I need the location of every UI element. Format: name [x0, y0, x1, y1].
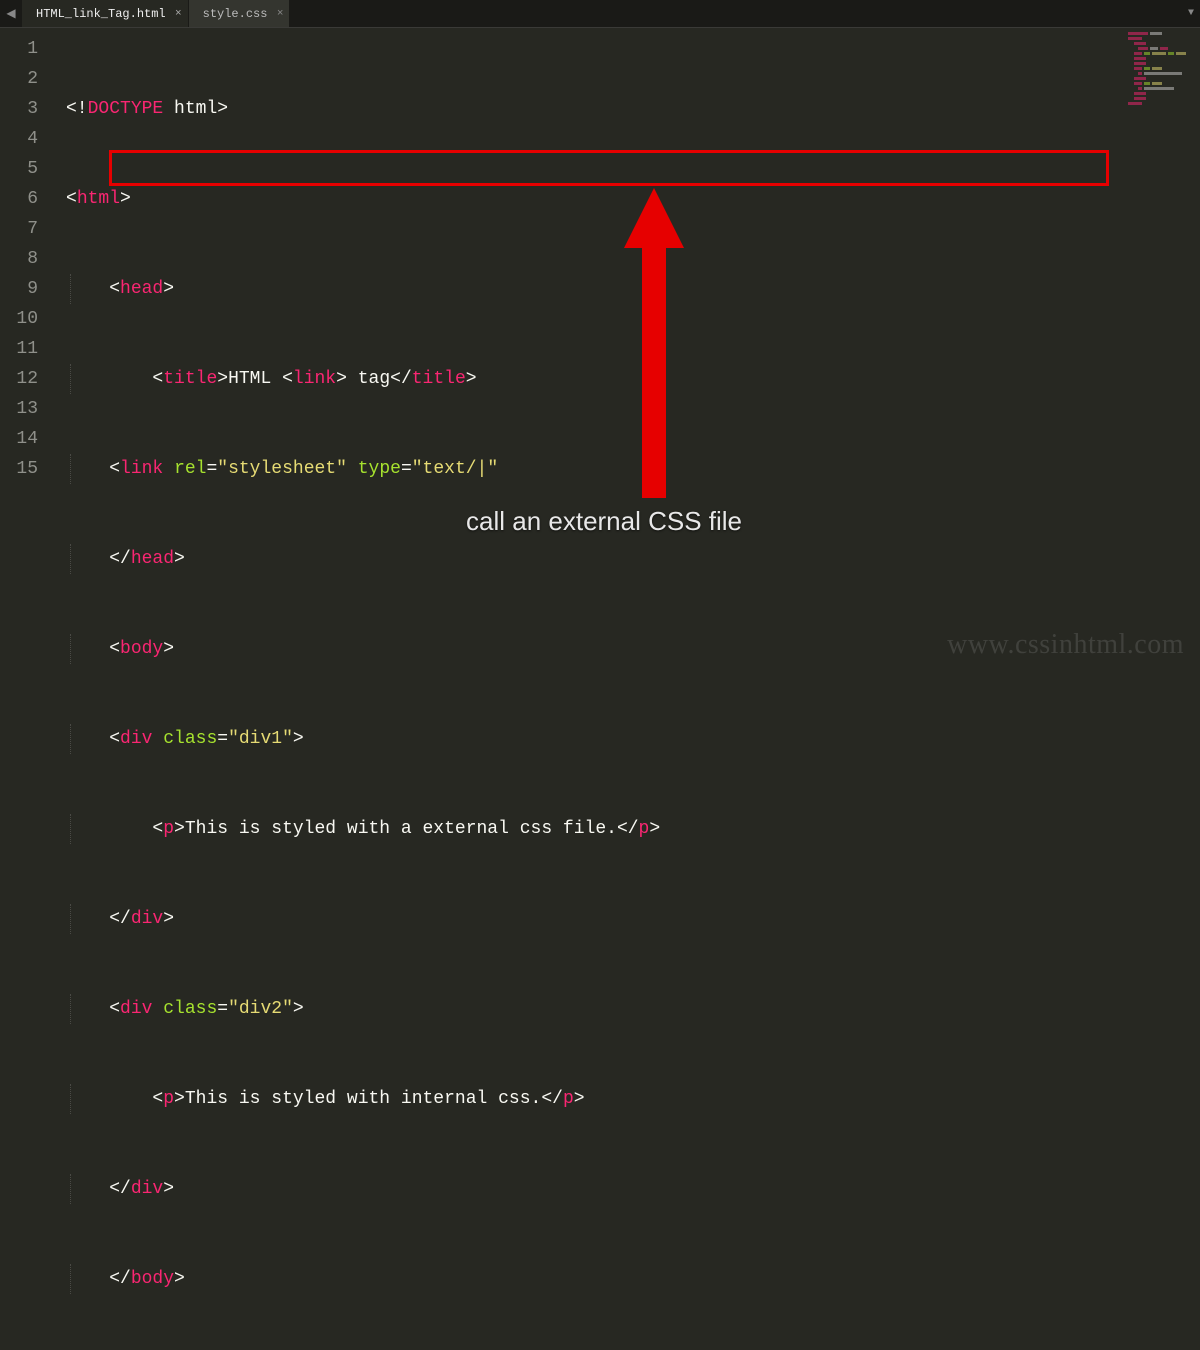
code-line: </head>	[50, 544, 1200, 574]
tab-label: style.css	[203, 7, 268, 21]
code-line: <!DOCTYPE html>	[50, 94, 1200, 124]
line-number: 5	[0, 154, 50, 184]
tab-scroll-left[interactable]: ◀	[0, 0, 22, 27]
line-number: 4	[0, 124, 50, 154]
minimap[interactable]	[1128, 32, 1198, 122]
line-number-gutter: 1 2 3 4 5 6 7 8 9 10 11 12 13 14 15	[0, 28, 50, 675]
tab-bar: ◀ HTML_link_Tag.html × style.css × ▼	[0, 0, 1200, 28]
annotation-text: call an external CSS file	[466, 506, 742, 537]
code-line: <p>This is styled with a external css fi…	[50, 814, 1200, 844]
line-number: 14	[0, 424, 50, 454]
code-line: <head>	[50, 274, 1200, 304]
line-number: 15	[0, 454, 50, 484]
line-number: 2	[0, 64, 50, 94]
code-line: <title>HTML <link> tag</title>	[50, 364, 1200, 394]
line-number: 3	[0, 94, 50, 124]
line-number: 6	[0, 184, 50, 214]
code-line: </div>	[50, 1174, 1200, 1204]
line-number: 13	[0, 394, 50, 424]
code-line: <p>This is styled with internal css.</p>	[50, 1084, 1200, 1114]
code-line: <html>	[50, 184, 1200, 214]
line-number: 9	[0, 274, 50, 304]
line-number: 8	[0, 244, 50, 274]
line-number: 12	[0, 364, 50, 394]
tab-html-link[interactable]: HTML_link_Tag.html ×	[22, 0, 189, 27]
code-line: </body>	[50, 1264, 1200, 1294]
tab-overflow-icon[interactable]: ▼	[1188, 0, 1194, 27]
code-line: <div class="div2">	[50, 994, 1200, 1024]
line-number: 7	[0, 214, 50, 244]
code-area[interactable]: <!DOCTYPE html> <html> <head> <title>HTM…	[50, 28, 1200, 675]
code-line: </div>	[50, 904, 1200, 934]
watermark: www.cssinhtml.com	[947, 629, 1184, 661]
line-number: 10	[0, 304, 50, 334]
line-number: 11	[0, 334, 50, 364]
tab-label: HTML_link_Tag.html	[36, 7, 166, 21]
line-number: 1	[0, 34, 50, 64]
editor: 1 2 3 4 5 6 7 8 9 10 11 12 13 14 15 <!DO…	[0, 28, 1200, 675]
close-icon[interactable]: ×	[277, 8, 284, 20]
code-line: <link rel="stylesheet" type="text/|"	[50, 454, 1200, 484]
code-line: <div class="div1">	[50, 724, 1200, 754]
tab-style-css[interactable]: style.css ×	[189, 0, 291, 27]
close-icon[interactable]: ×	[175, 8, 182, 20]
